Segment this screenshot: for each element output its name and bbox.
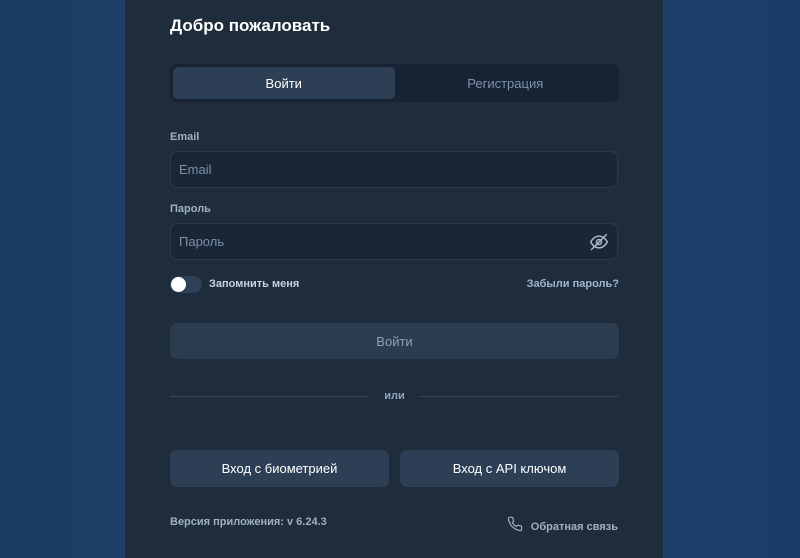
phone-icon [507, 516, 523, 537]
divider-line-left [170, 395, 370, 397]
remember-label: Запомнить меня [209, 278, 300, 290]
divider-line-right [419, 395, 620, 397]
email-label: Email [170, 131, 200, 143]
app-version: Версия приложения: v 6.24.3 [170, 516, 327, 528]
page-title: Добро пожаловать [170, 16, 331, 35]
feedback-link[interactable]: Обратная связь [507, 516, 618, 537]
password-field[interactable] [179, 234, 589, 249]
login-panel: Добро пожаловать Войти Регистрация Email… [125, 0, 663, 558]
forgot-password-link[interactable]: Забыли пароль? [527, 278, 619, 290]
email-field-wrapper [170, 151, 618, 188]
or-divider: или [170, 388, 620, 404]
login-button[interactable]: Войти [170, 323, 619, 359]
auth-tabs: Войти Регистрация [170, 64, 619, 102]
email-field[interactable] [179, 162, 609, 177]
remember-row: Запомнить меня Забыли пароль? [170, 275, 619, 293]
eye-off-icon[interactable] [589, 232, 609, 252]
biometric-login-button[interactable]: Вход с биометрией [170, 450, 389, 487]
api-key-login-button[interactable]: Вход с API ключом [400, 450, 619, 487]
tab-login[interactable]: Войти [173, 67, 395, 99]
remember-toggle[interactable] [170, 275, 202, 293]
password-label: Пароль [170, 203, 211, 215]
tab-register[interactable]: Регистрация [395, 67, 617, 99]
divider-label: или [384, 390, 405, 402]
password-field-wrapper [170, 223, 618, 260]
toggle-knob [171, 276, 186, 292]
feedback-label: Обратная связь [530, 520, 618, 533]
